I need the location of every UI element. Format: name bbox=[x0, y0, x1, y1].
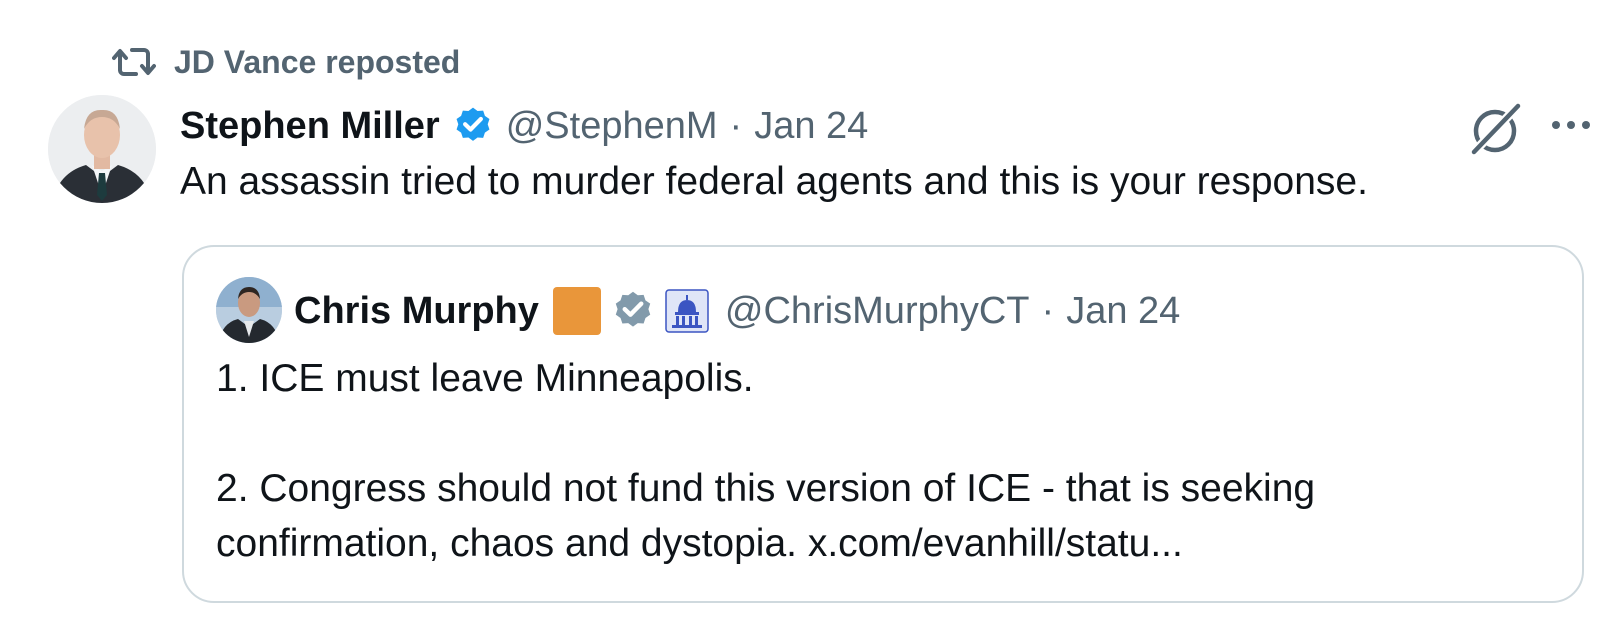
author-avatar-image bbox=[48, 95, 156, 203]
repost-label[interactable]: JD Vance reposted bbox=[174, 44, 460, 81]
quoted-post-text: 1. ICE must leave Minneapolis. 2. Congre… bbox=[216, 351, 1315, 571]
quoted-author-name[interactable]: Chris Murphy bbox=[294, 290, 539, 333]
more-options-icon[interactable] bbox=[1548, 110, 1594, 140]
quoted-post-card[interactable]: Chris Murphy @ChrisMurphyCT · Jan 24 1. … bbox=[182, 245, 1584, 603]
quoted-text-spacer bbox=[216, 406, 1315, 461]
grok-icon[interactable] bbox=[1466, 100, 1524, 158]
author-name[interactable]: Stephen Miller bbox=[180, 105, 440, 148]
verified-badge-icon[interactable] bbox=[452, 105, 494, 147]
quoted-separator-dot: · bbox=[1041, 289, 1055, 332]
capitol-affiliate-icon[interactable] bbox=[665, 289, 709, 333]
quoted-author-handle[interactable]: @ChrisMurphyCT bbox=[725, 290, 1030, 333]
repost-icon bbox=[112, 48, 156, 76]
quoted-author-avatar-image bbox=[216, 277, 282, 343]
author-avatar[interactable] bbox=[48, 95, 156, 203]
post-header: Stephen Miller @StephenM · Jan 24 bbox=[180, 98, 868, 154]
post-text: An assassin tried to murder federal agen… bbox=[180, 160, 1368, 203]
quoted-text-line: 2. Congress should not fund this version… bbox=[216, 467, 1316, 510]
quoted-author-avatar bbox=[216, 277, 282, 343]
quoted-post-date[interactable]: Jan 24 bbox=[1066, 290, 1180, 333]
quoted-text-line: confirmation, chaos and dystopia. x.com/… bbox=[216, 522, 1183, 565]
author-handle[interactable]: @StephenM bbox=[506, 105, 718, 148]
post-date[interactable]: Jan 24 bbox=[754, 105, 868, 148]
gray-verified-badge-icon[interactable] bbox=[611, 289, 655, 333]
separator-dot: · bbox=[729, 104, 743, 147]
quoted-text-line: 1. ICE must leave Minneapolis. bbox=[216, 357, 754, 400]
repost-indicator[interactable]: JD Vance reposted bbox=[112, 40, 460, 84]
orange-square-flag bbox=[552, 287, 601, 335]
quoted-post-header: Chris Murphy @ChrisMurphyCT · Jan 24 bbox=[294, 283, 1180, 339]
